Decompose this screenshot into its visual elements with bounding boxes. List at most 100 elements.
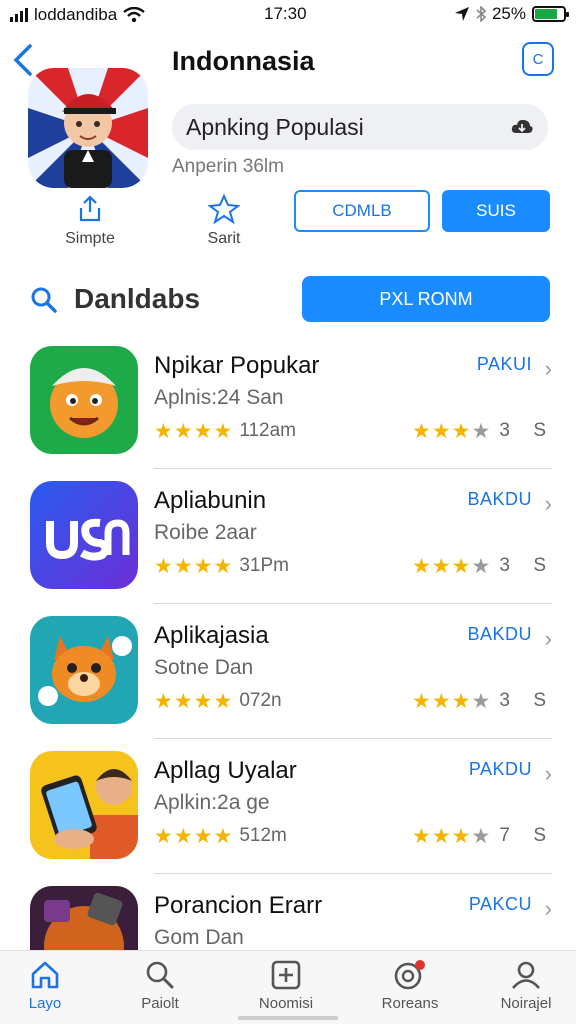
- star-icon: ★: [213, 824, 233, 848]
- rating-stars: ★ ★ ★ ★ 3: [412, 420, 510, 442]
- app-price: S: [533, 555, 546, 576]
- star-empty-icon: ★: [471, 554, 491, 578]
- action-simpte[interactable]: Simpte: [50, 194, 130, 248]
- app-sub: Aplnis:24 San: [154, 386, 284, 409]
- star-icon: ★: [451, 419, 471, 443]
- star-icon: ★: [193, 554, 213, 578]
- star-icon: ★: [173, 554, 193, 578]
- tab-bar: Layo Paiolt Noomisi Roreans Noirajel: [0, 950, 576, 1024]
- list-item[interactable]: Apllag Uyalar Aplkin:2a ge ★ ★ ★ ★ 512m PAK…: [0, 739, 576, 874]
- star-icon: ★: [213, 554, 233, 578]
- star-icon: ★: [213, 419, 233, 443]
- star-icon: ★: [412, 419, 431, 443]
- location-icon: [454, 7, 469, 21]
- star-empty-icon: ★: [471, 824, 491, 848]
- rating-number: 3: [499, 690, 510, 711]
- app-icon: [28, 68, 148, 188]
- action-simpte-label: Simpte: [65, 230, 115, 247]
- tab-noirajel[interactable]: Noirajel: [476, 959, 576, 1012]
- star-icon: ★: [412, 554, 431, 578]
- chevron-right-icon[interactable]: ›: [545, 626, 552, 652]
- star-icon: ★: [451, 554, 471, 578]
- action-sarit[interactable]: Sarit: [184, 194, 264, 248]
- app-sub: Aplkin:2a ge: [154, 791, 270, 814]
- rating-number: 7: [499, 825, 510, 846]
- person-icon: [512, 961, 540, 989]
- star-icon: ★: [154, 419, 173, 443]
- chevron-right-icon[interactable]: ›: [545, 356, 552, 382]
- app-price: S: [533, 420, 546, 441]
- get-button[interactable]: BAKDU: [467, 489, 532, 510]
- star-rating: ★ ★ ★ ★ 072n: [154, 690, 282, 712]
- star-icon: ★: [193, 419, 213, 443]
- app-list: Npikar Popukar Aplnis:24 San ★ ★ ★ ★ 112am …: [0, 334, 576, 1009]
- app-sub: Sotne Dan: [154, 656, 254, 679]
- star-empty-icon: ★: [471, 689, 491, 713]
- star-icon: ★: [173, 824, 193, 848]
- search-icon: [31, 287, 57, 313]
- app-price: S: [533, 690, 546, 711]
- chevron-right-icon[interactable]: ›: [545, 761, 552, 787]
- star-rating: ★ ★ ★ ★ 31Pm: [154, 555, 289, 577]
- home-icon: [31, 961, 59, 989]
- rating-number: 3: [499, 555, 510, 576]
- tab-noomisi[interactable]: Noomisi: [236, 959, 336, 1012]
- cloud-download-icon[interactable]: [510, 115, 534, 139]
- rating-number: 3: [499, 420, 510, 441]
- status-right: 25%: [454, 4, 569, 24]
- outline-button[interactable]: CDMLB: [294, 190, 430, 232]
- rating-stars: ★ ★ ★ ★ 3: [412, 690, 510, 712]
- app-name: Npikar Popukar: [154, 352, 320, 379]
- get-button[interactable]: PAKUI: [477, 354, 532, 375]
- get-button[interactable]: PAKDU: [469, 759, 532, 780]
- tab-layo[interactable]: Layo: [0, 959, 95, 1012]
- solid-button[interactable]: SUIS: [442, 190, 550, 232]
- star-icon: ★: [154, 554, 173, 578]
- app-icon-usn: [30, 481, 138, 589]
- rating-stars: ★ ★ ★ ★ 3: [412, 555, 510, 577]
- status-left: loddandiba: [10, 5, 145, 25]
- star-badge-icon: [207, 194, 241, 224]
- battery-icon: [532, 6, 569, 22]
- share-button[interactable]: C: [522, 42, 554, 76]
- star-icon: ★: [451, 689, 471, 713]
- star-icon: ★: [173, 689, 193, 713]
- tab-roreans[interactable]: Roreans: [360, 959, 460, 1012]
- app-name: Apliabunin: [154, 487, 267, 514]
- star-empty-icon: ★: [471, 419, 491, 443]
- tab-label: Roreans: [381, 995, 439, 1012]
- app-size: 512m: [239, 825, 287, 846]
- app-size: 31Pm: [239, 555, 289, 576]
- star-icon: ★: [451, 824, 471, 848]
- star-icon: ★: [193, 824, 213, 848]
- home-indicator: [238, 1016, 338, 1020]
- star-icon: ★: [193, 689, 213, 713]
- back-chevron-icon[interactable]: [8, 42, 38, 78]
- get-button[interactable]: PAKCU: [469, 894, 532, 915]
- status-bar: loddandiba 17:30 25%: [0, 0, 576, 30]
- tab-label: Noomisi: [258, 995, 314, 1012]
- list-item[interactable]: Aplikajasia Sotne Dan ★ ★ ★ ★ 072n BAKDU › …: [0, 604, 576, 739]
- list-item[interactable]: Npikar Popukar Aplnis:24 San ★ ★ ★ ★ 112am …: [0, 334, 576, 469]
- get-button[interactable]: BAKDU: [467, 624, 532, 645]
- action-sarit-label: Sarit: [207, 230, 241, 247]
- rating-stars: ★ ★ ★ ★ 7: [412, 825, 510, 847]
- status-time: 17:30: [264, 4, 307, 23]
- star-rating: ★ ★ ★ ★ 112am: [154, 420, 296, 442]
- chevron-right-icon[interactable]: ›: [545, 896, 552, 922]
- tab-paiolt[interactable]: Paiolt: [110, 959, 210, 1012]
- page-title: Indonnasia: [172, 46, 315, 76]
- app-sub: Gom Dan: [154, 926, 244, 949]
- star-icon: ★: [431, 554, 451, 578]
- star-icon: ★: [431, 824, 451, 848]
- star-icon: ★: [213, 689, 233, 713]
- chevron-right-icon[interactable]: ›: [545, 491, 552, 517]
- section-action-button[interactable]: PXL RONM: [302, 276, 550, 322]
- search-input-value: Apnking Populasi: [186, 113, 364, 140]
- app-icon-fox: [30, 616, 138, 724]
- star-icon: ★: [173, 419, 193, 443]
- app-name: Aplikajasia: [154, 622, 269, 649]
- app-price: S: [533, 825, 546, 846]
- list-item[interactable]: Apliabunin Roibe 2aar ★ ★ ★ ★ 31Pm BAKDU › …: [0, 469, 576, 604]
- search-input[interactable]: Apnking Populasi: [172, 104, 548, 150]
